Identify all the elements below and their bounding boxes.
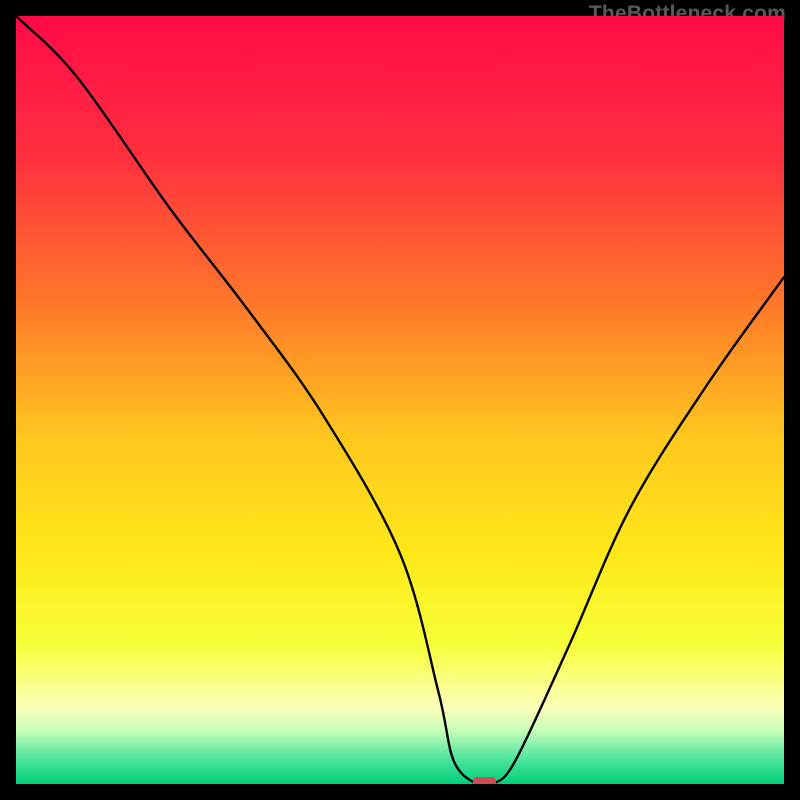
plot-area	[16, 16, 784, 784]
bottleneck-chart	[16, 16, 784, 784]
chart-container: TheBottleneck.com	[0, 0, 800, 800]
gradient-background	[16, 16, 784, 784]
optimal-marker	[473, 777, 496, 784]
